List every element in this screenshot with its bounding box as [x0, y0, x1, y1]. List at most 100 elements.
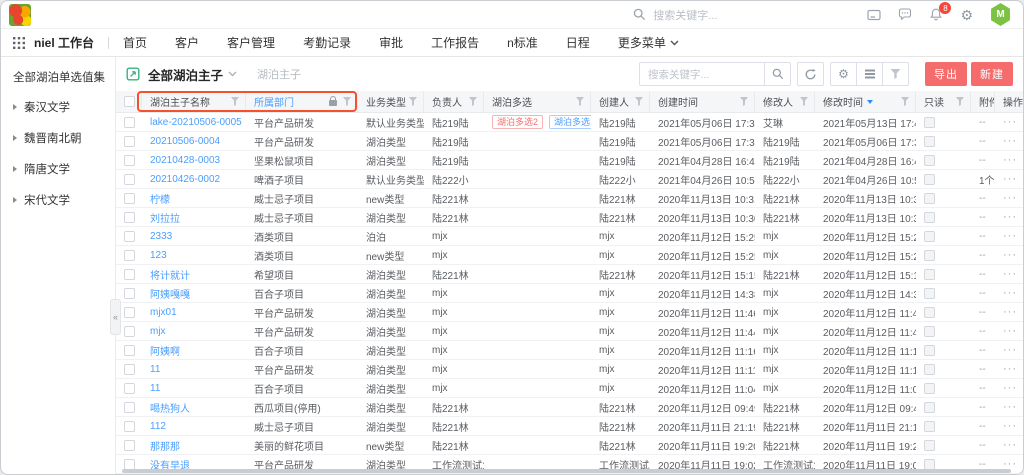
nav-item[interactable]: 客户: [175, 34, 199, 51]
row-checkbox[interactable]: [124, 307, 135, 318]
readonly-checkbox[interactable]: [924, 136, 935, 147]
record-link[interactable]: 20210428-0003: [150, 155, 220, 166]
row-checkbox[interactable]: [124, 421, 135, 432]
row-actions-button[interactable]: ···: [1003, 211, 1017, 223]
row-actions-button[interactable]: ···: [1003, 249, 1017, 261]
readonly-checkbox[interactable]: [924, 193, 935, 204]
row-checkbox[interactable]: [124, 402, 135, 413]
record-link[interactable]: 2333: [150, 231, 172, 242]
row-actions-button[interactable]: ···: [1003, 268, 1017, 280]
export-button[interactable]: 导出: [925, 62, 967, 86]
filter-icon[interactable]: [635, 97, 643, 106]
sidebar-item[interactable]: 秦汉文学: [13, 99, 115, 115]
row-checkbox[interactable]: [124, 440, 135, 451]
expand-arrow-icon[interactable]: [13, 135, 17, 141]
record-link[interactable]: 喝热狗人: [150, 400, 190, 415]
sort-desc-icon[interactable]: [867, 100, 873, 104]
record-link[interactable]: lake-20210506-0005: [150, 117, 242, 128]
readonly-checkbox[interactable]: [924, 402, 935, 413]
row-checkbox[interactable]: [124, 383, 135, 394]
row-checkbox[interactable]: [124, 117, 135, 128]
readonly-checkbox[interactable]: [924, 288, 935, 299]
readonly-checkbox[interactable]: [924, 326, 935, 337]
row-checkbox[interactable]: [124, 155, 135, 166]
row-actions-button[interactable]: ···: [1003, 363, 1017, 375]
settings-button[interactable]: ⚙: [830, 62, 857, 86]
avatar[interactable]: M: [990, 3, 1011, 26]
app-grid-icon[interactable]: [13, 37, 25, 49]
filter-icon[interactable]: [576, 97, 584, 106]
row-actions-button[interactable]: ···: [1003, 192, 1017, 204]
row-actions-button[interactable]: ···: [1003, 287, 1017, 299]
record-link[interactable]: 112: [150, 421, 166, 432]
record-link[interactable]: 阿姨啊: [150, 343, 180, 358]
record-link[interactable]: 刘拉拉: [150, 210, 180, 225]
filter-icon[interactable]: [231, 97, 239, 106]
nav-more-menu[interactable]: 更多菜单: [618, 34, 679, 51]
readonly-checkbox[interactable]: [924, 250, 935, 261]
expand-arrow-icon[interactable]: [13, 166, 17, 172]
readonly-checkbox[interactable]: [924, 383, 935, 394]
refresh-button[interactable]: [797, 62, 824, 86]
row-checkbox[interactable]: [124, 288, 135, 299]
table-search-input[interactable]: 搜索关键字...: [639, 62, 791, 86]
row-checkbox[interactable]: [124, 345, 135, 356]
row-actions-button[interactable]: ···: [1003, 116, 1017, 128]
expand-arrow-icon[interactable]: [13, 104, 17, 110]
nav-item[interactable]: 考勤记录: [303, 34, 351, 51]
row-actions-button[interactable]: ···: [1003, 306, 1017, 318]
filter-icon[interactable]: [409, 97, 417, 106]
sidebar-item[interactable]: 宋代文学: [13, 192, 115, 208]
nav-item[interactable]: 审批: [379, 34, 403, 51]
readonly-checkbox[interactable]: [924, 117, 935, 128]
readonly-checkbox[interactable]: [924, 269, 935, 280]
readonly-checkbox[interactable]: [924, 212, 935, 223]
record-link[interactable]: 阿姨嘎嘎: [150, 286, 190, 301]
row-actions-button[interactable]: ···: [1003, 401, 1017, 413]
record-link[interactable]: 那那那: [150, 438, 180, 453]
table-search-button[interactable]: [764, 63, 790, 85]
global-search[interactable]: 搜索关键字...: [633, 7, 717, 23]
row-checkbox[interactable]: [124, 174, 135, 185]
nav-item[interactable]: 客户管理: [227, 34, 275, 51]
filter-icon[interactable]: [343, 97, 351, 106]
card-icon[interactable]: [867, 9, 881, 21]
row-actions-button[interactable]: ···: [1003, 173, 1017, 185]
row-actions-button[interactable]: ···: [1003, 439, 1017, 451]
record-link[interactable]: mjx01: [150, 307, 177, 318]
readonly-checkbox[interactable]: [924, 364, 935, 375]
workspace-title[interactable]: niel 工作台: [34, 34, 94, 51]
filter-icon[interactable]: [956, 97, 964, 106]
row-actions-button[interactable]: ···: [1003, 135, 1017, 147]
create-button[interactable]: 新建: [971, 62, 1013, 86]
view-title[interactable]: 全部湖泊主子: [148, 65, 223, 84]
filter-icon[interactable]: [740, 97, 748, 106]
record-link[interactable]: 11: [150, 364, 160, 375]
row-checkbox[interactable]: [124, 326, 135, 337]
sidebar-item[interactable]: 魏晋南北朝: [13, 130, 115, 146]
expand-arrow-icon[interactable]: [13, 197, 17, 203]
readonly-checkbox[interactable]: [924, 440, 935, 451]
row-checkbox[interactable]: [124, 459, 135, 470]
readonly-checkbox[interactable]: [924, 155, 935, 166]
record-link[interactable]: 柠檬: [150, 191, 170, 206]
filter-icon[interactable]: [901, 97, 909, 106]
record-link[interactable]: 123: [150, 250, 167, 261]
row-checkbox[interactable]: [124, 136, 135, 147]
row-actions-button[interactable]: ···: [1003, 420, 1017, 432]
readonly-checkbox[interactable]: [924, 174, 935, 185]
filter-icon[interactable]: [469, 97, 477, 106]
readonly-checkbox[interactable]: [924, 231, 935, 242]
record-link[interactable]: mjx: [150, 326, 166, 337]
gear-icon[interactable]: ⚙: [960, 8, 973, 22]
view-caret-icon[interactable]: [228, 71, 237, 77]
readonly-checkbox[interactable]: [924, 421, 935, 432]
nav-item[interactable]: 首页: [123, 34, 147, 51]
row-checkbox[interactable]: [124, 231, 135, 242]
record-link[interactable]: 20210426-0002: [150, 174, 220, 185]
row-checkbox[interactable]: [124, 269, 135, 280]
row-checkbox[interactable]: [124, 193, 135, 204]
select-all-checkbox[interactable]: [124, 96, 135, 107]
nav-item[interactable]: n标准: [507, 34, 538, 51]
row-actions-button[interactable]: ···: [1003, 382, 1017, 394]
